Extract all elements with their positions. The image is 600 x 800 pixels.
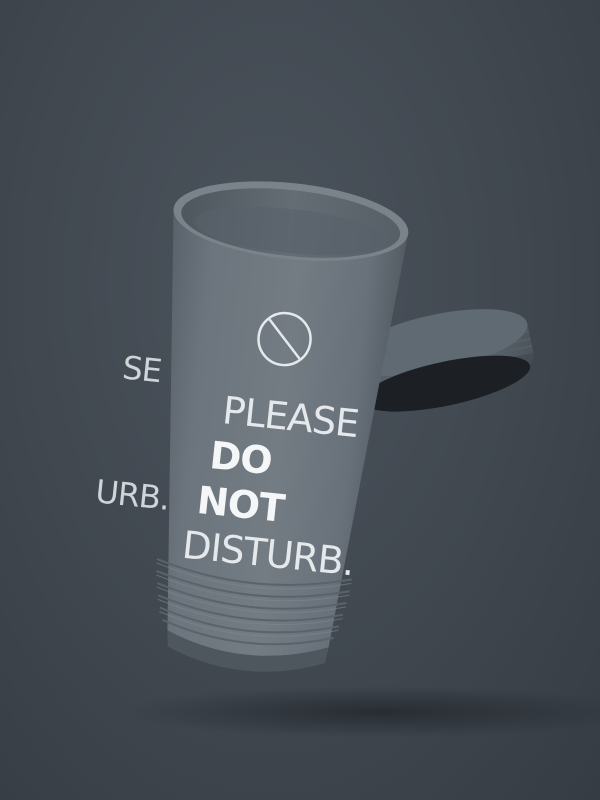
print-line-not: NOT bbox=[195, 478, 287, 531]
print-wrap-bottom: URB. bbox=[94, 472, 171, 518]
cup: PLEASE DO NOT DISTURB. SE URB. bbox=[94, 181, 409, 672]
print-wrap-top: SE bbox=[121, 348, 163, 390]
mockup-illustration: PLEASE DO NOT DISTURB. SE URB. bbox=[94, 181, 600, 738]
print-line-do: DO bbox=[208, 433, 274, 483]
floor-shadow bbox=[120, 686, 600, 738]
product-mockup-scene: PLEASE DO NOT DISTURB. SE URB. bbox=[0, 0, 600, 800]
